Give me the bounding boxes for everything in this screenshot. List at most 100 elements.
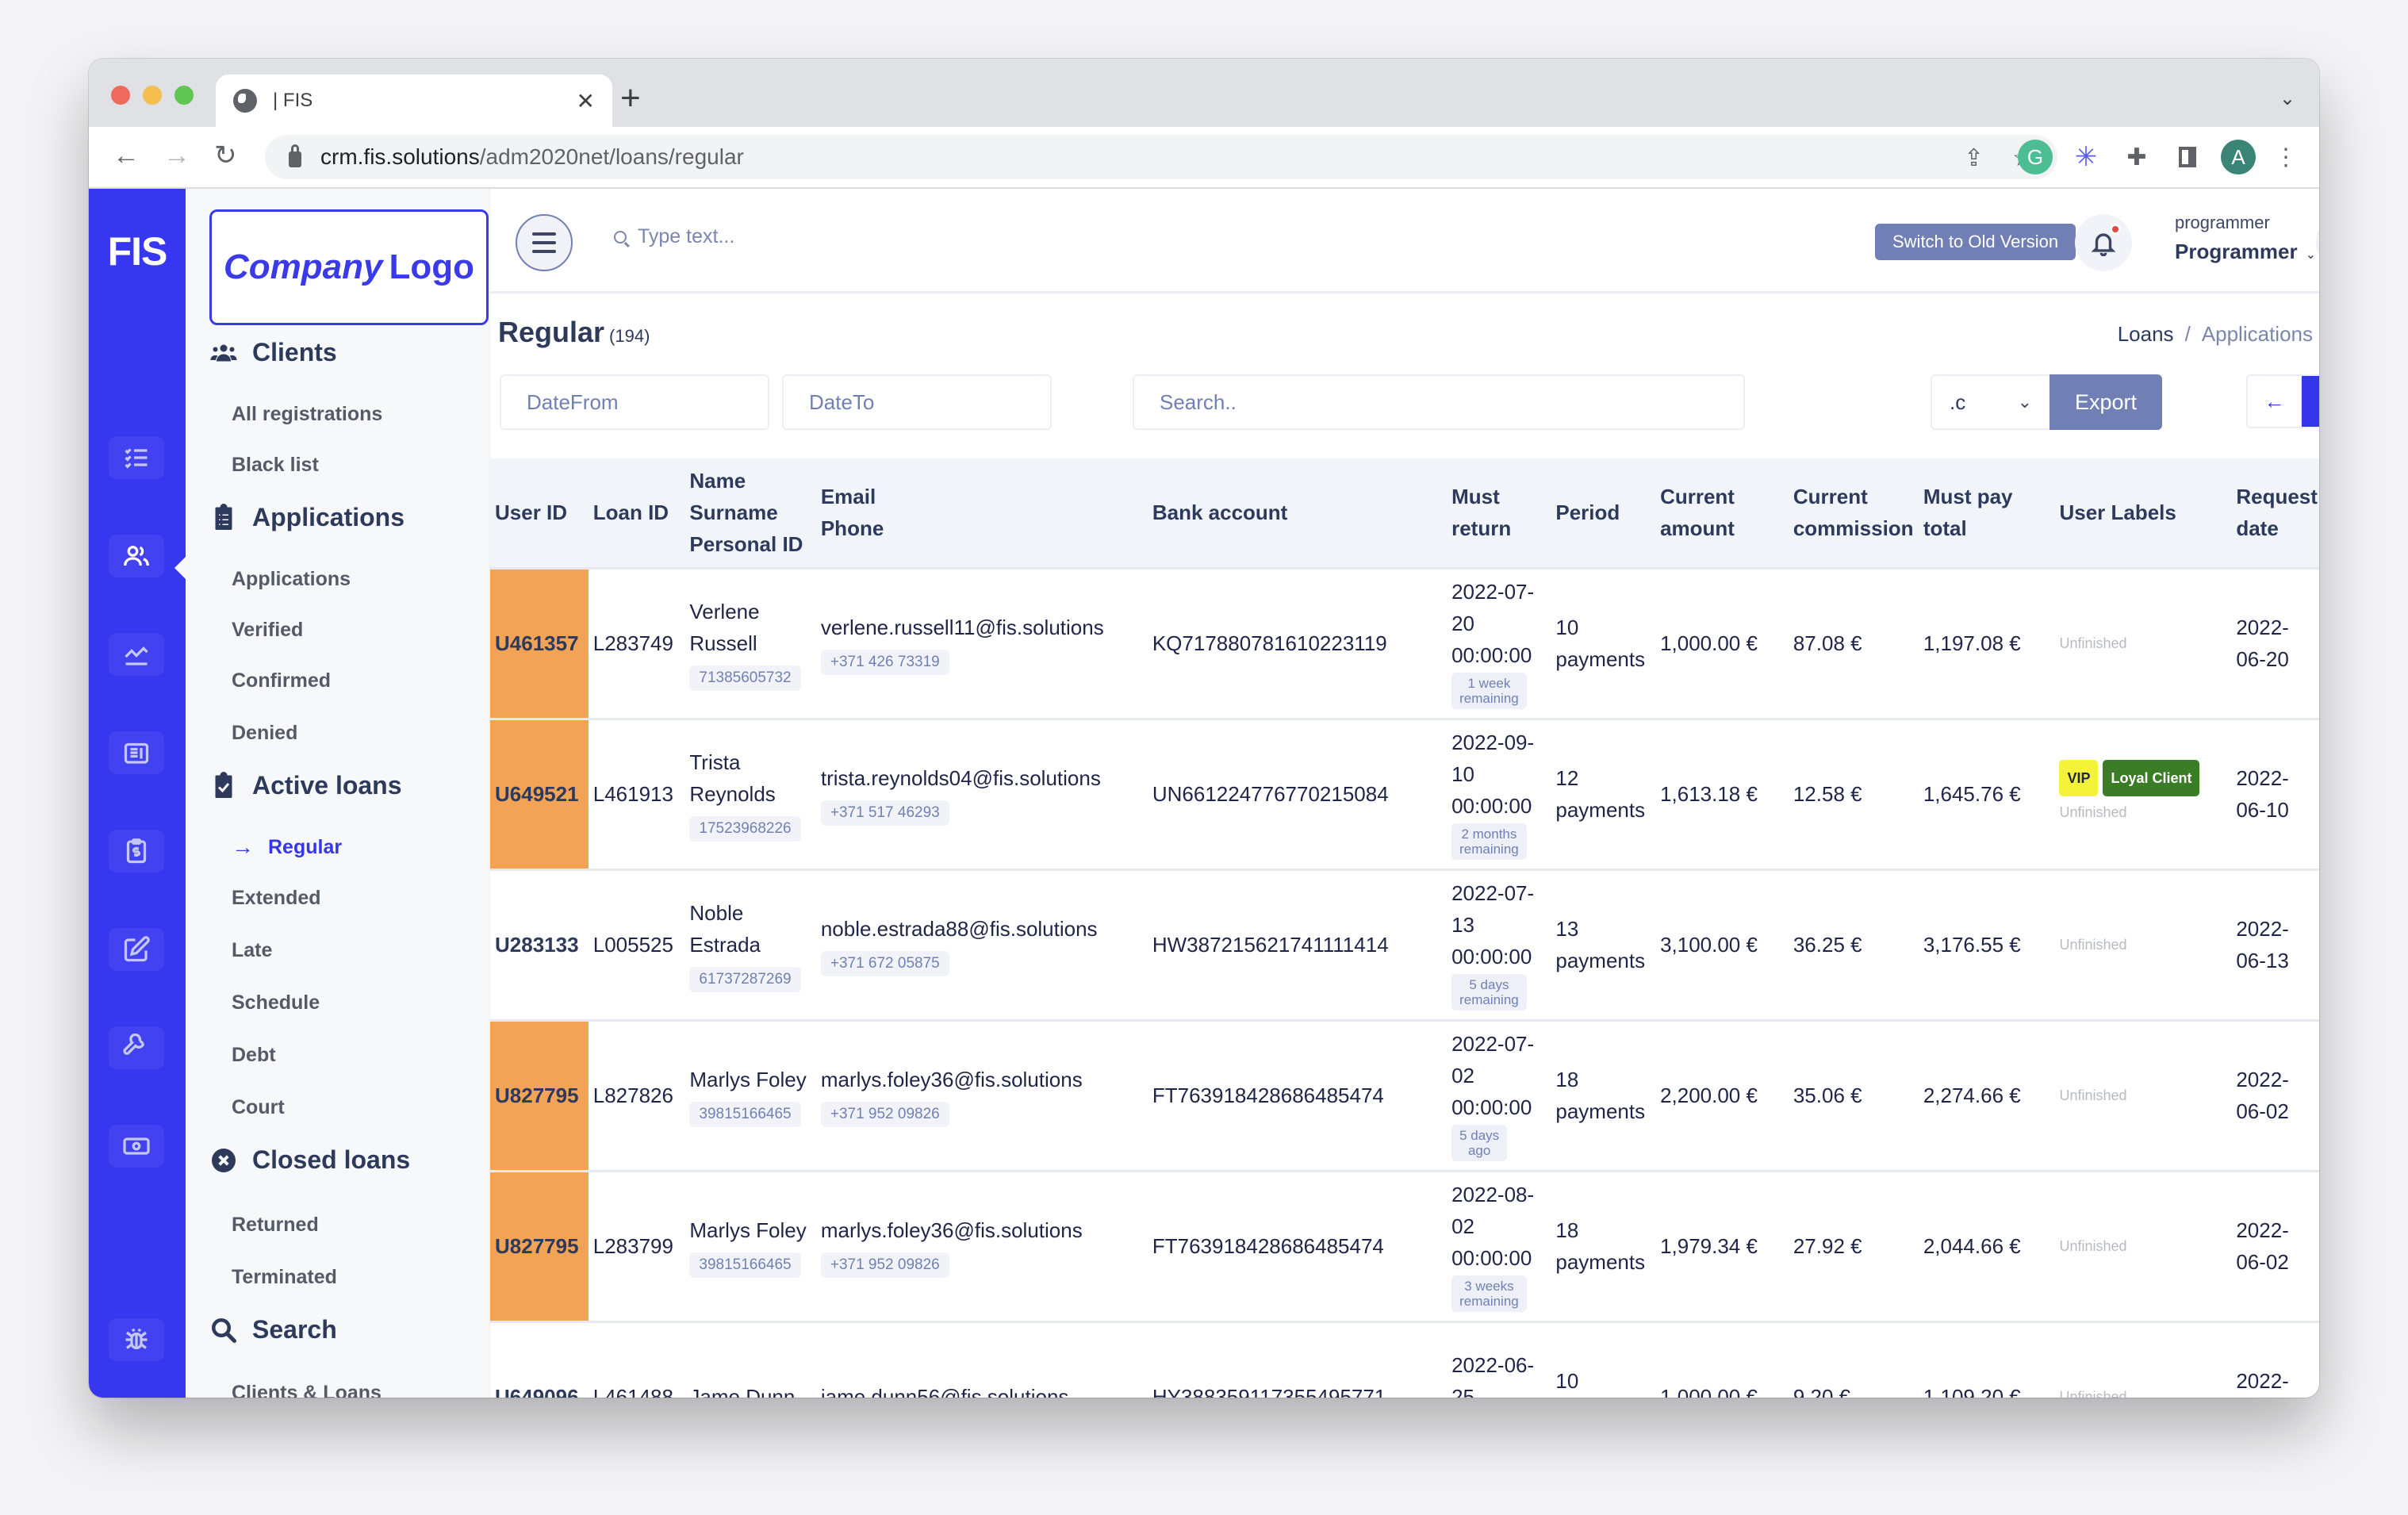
breadcrumb-loans[interactable]: Loans [2118,322,2174,347]
sidebar-item-debt[interactable]: Debt [232,1044,276,1067]
table-row[interactable]: U649096 L461488 Jame Dunn jame.dunn56@fi… [490,1321,2319,1398]
phone-chip[interactable]: +371 672 05875 [820,951,949,976]
sidebar-item-regular[interactable]: → Regular [232,834,342,860]
sidebar-item-black-list[interactable]: Black list [232,454,319,477]
rail-checklist-button[interactable] [109,436,164,479]
phone-chip[interactable]: +371 952 09826 [820,1252,949,1278]
sidebar-item-denied[interactable]: Denied [232,722,297,745]
cell-loan-id[interactable]: L283799 [589,1171,685,1321]
new-tab-button[interactable]: + [620,81,641,116]
hamburger-menu-button[interactable] [516,214,573,271]
tab-close-icon[interactable]: ✕ [577,88,595,114]
minimize-window-button[interactable] [143,86,162,105]
global-search-input[interactable] [638,225,1114,248]
table-row[interactable]: U827795 L827826 Marlys Foley 39815166465… [490,1020,2319,1171]
cell-user-id[interactable]: U827795 [490,1020,589,1171]
rail-documents-button[interactable] [109,731,164,774]
email-link[interactable]: jame.dunn56@fis.solutions [821,1385,1069,1398]
phone-chip[interactable]: +371 952 09826 [820,1102,949,1127]
col-current-amount[interactable]: Current amount [1655,458,1789,568]
asterisk-extension-icon[interactable]: ✳ [2069,140,2103,175]
loans-table-wrapper[interactable]: User ID Loan ID Name Surname Personal ID E… [490,458,2319,1398]
reload-icon[interactable]: ↻ [214,140,237,171]
col-must-return[interactable]: Must return [1447,458,1551,568]
email-link[interactable]: trista.reynolds04@fis.solutions [821,766,1101,790]
export-button[interactable]: Export [2049,374,2162,430]
table-row[interactable]: U283133 L005525 Noble Estrada 6173728726… [490,869,2319,1020]
sidebar-item-all-registrations[interactable]: All registrations [232,403,382,426]
settings-button[interactable] [2316,214,2319,271]
forward-icon[interactable]: → [163,140,190,171]
table-row[interactable]: U461357 L283749 Verlene Russell 71385605… [490,568,2319,719]
col-user-id[interactable]: User ID [490,458,589,568]
notifications-button[interactable] [2075,214,2132,271]
cell-user-id[interactable]: U283133 [490,869,589,1020]
rail-debug-button[interactable] [109,1318,164,1361]
table-search-input[interactable] [1160,389,1743,415]
sidebar-item-terminated[interactable]: Terminated [232,1266,337,1289]
cell-user-id[interactable]: U461357 [490,568,589,719]
puzzle-extensions-icon[interactable]: ✚ [2119,140,2154,175]
sidebar-item-applications[interactable]: Applications [232,568,351,591]
phone-chip[interactable]: +371 426 73319 [820,650,949,675]
browser-menu-icon[interactable]: ⋮ [2268,140,2303,175]
email-link[interactable]: marlys.foley36@fis.solutions [821,1068,1083,1091]
cell-loan-id[interactable]: L461913 [589,719,685,869]
email-link[interactable]: verlene.russell11@fis.solutions [821,616,1104,639]
sidebar-item-schedule[interactable]: Schedule [232,991,320,1014]
maximize-window-button[interactable] [174,86,194,105]
user-menu[interactable]: programmer Programmer ⌄ [2175,213,2316,264]
rail-edit-button[interactable] [109,928,164,971]
table-row[interactable]: U827795 L283799 Marlys Foley 39815166465… [490,1171,2319,1321]
switch-old-version-button[interactable]: Switch to Old Version [1875,224,2076,260]
rail-analytics-button[interactable] [109,633,164,676]
col-contact[interactable]: Email Phone [816,458,1148,568]
col-request-date[interactable]: Request date [2231,458,2319,568]
sidebar-item-verified[interactable]: Verified [232,619,303,642]
table-search-field[interactable] [1133,374,1745,430]
col-user-labels[interactable]: User Labels [2054,458,2231,568]
date-to-input[interactable] [809,389,1050,415]
col-bank-account[interactable]: Bank account [1148,458,1447,568]
rail-clients-button[interactable] [109,535,164,577]
email-link[interactable]: noble.estrada88@fis.solutions [821,917,1098,941]
browser-tab[interactable]: | FIS ✕ [216,75,612,127]
sidebar-item-court[interactable]: Court [232,1096,285,1119]
tab-search-chevron-icon[interactable]: ⌄ [2280,87,2295,110]
sidebar-item-clients-loans[interactable]: Clients & Loans [232,1382,382,1398]
breadcrumb-applications[interactable]: Applications [2202,322,2313,347]
email-link[interactable]: marlys.foley36@fis.solutions [821,1218,1083,1242]
cell-user-id[interactable]: U827795 [490,1171,589,1321]
profile-avatar[interactable]: A [2221,140,2256,175]
cell-loan-id[interactable]: L461488 [589,1321,685,1398]
phone-chip[interactable]: +371 517 46293 [820,800,949,826]
address-bar[interactable]: crm.fis.solutions/adm2020net/loans/regul… [265,135,2057,179]
close-window-button[interactable] [111,86,130,105]
section-clients[interactable]: Clients [209,338,337,367]
sidebar-item-returned[interactable]: Returned [232,1214,319,1237]
back-icon[interactable]: ← [113,140,140,171]
col-period[interactable]: Period [1551,458,1655,568]
date-from-field[interactable] [500,374,769,430]
col-current-commission[interactable]: Current commission [1789,458,1919,568]
rail-tools-button[interactable] [109,1026,164,1069]
share-icon[interactable]: ⇪ [1964,144,1984,172]
col-name[interactable]: Name Surname Personal ID [684,458,815,568]
cell-loan-id[interactable]: L005525 [589,869,685,1020]
section-closed-loans[interactable]: Closed loans [209,1145,410,1175]
cell-user-id[interactable]: U649521 [490,719,589,869]
section-search[interactable]: Search [209,1315,337,1344]
page-1-button[interactable]: 1 [2302,376,2319,427]
date-from-input[interactable] [527,389,768,415]
table-row[interactable]: U649521 L461913 Trista Reynolds 17523968… [490,719,2319,869]
sidebar-item-extended[interactable]: Extended [232,887,321,910]
export-format-select[interactable]: .c ⌄ [1931,374,2049,430]
col-loan-id[interactable]: Loan ID [589,458,685,568]
prev-page-button[interactable]: ← [2248,376,2302,427]
cell-loan-id[interactable]: L827826 [589,1020,685,1171]
section-applications[interactable]: Applications [209,503,405,532]
sidebar-item-late[interactable]: Late [232,939,272,962]
grammarly-extension-icon[interactable]: G [2018,140,2053,175]
sidebar-item-confirmed[interactable]: Confirmed [232,669,331,692]
rail-cash-button[interactable] [109,1125,164,1168]
